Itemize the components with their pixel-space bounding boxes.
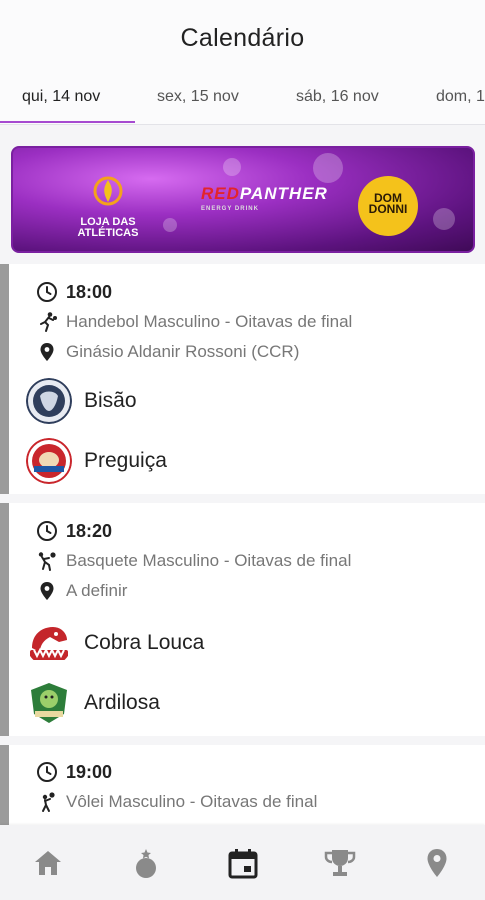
team-name: Bisão	[84, 389, 137, 412]
trophy-icon[interactable]	[323, 846, 357, 880]
team-row[interactable]: Cobra Louca	[26, 619, 204, 667]
team-name: Ardilosa	[84, 691, 160, 714]
match-venue-row: Ginásio Aldanir Rossoni (CCR)	[36, 340, 299, 364]
medal-icon[interactable]	[129, 846, 163, 880]
flame-logo-icon	[93, 176, 123, 206]
location-pin-icon	[40, 582, 54, 600]
calendar-icon[interactable]	[226, 846, 260, 880]
match-sport: Handebol Masculino - Oitavas de final	[66, 312, 353, 331]
home-icon[interactable]	[31, 846, 65, 880]
sponsor1-line2: ATLÉTICAS	[77, 227, 139, 239]
date-tabs: qui, 14 nov sex, 15 nov sáb, 16 nov dom,…	[0, 78, 485, 124]
team-name: Cobra Louca	[84, 631, 205, 654]
handball-icon	[40, 312, 57, 332]
team-logo-ardilosa	[31, 683, 67, 723]
tab-date-1[interactable]: sex, 15 nov	[157, 88, 239, 106]
sponsor-dom-donni: DOM DONNI	[358, 176, 418, 236]
banner-sparkle	[223, 158, 241, 176]
sponsor2-name: PANTHER	[239, 184, 328, 203]
banner-sparkle	[433, 208, 455, 230]
volleyball-icon	[42, 792, 55, 812]
match-venue-row: A definir	[36, 579, 127, 603]
clock-icon	[37, 282, 57, 302]
app-header: Calendário	[0, 0, 485, 78]
team-name: Preguiça	[84, 449, 167, 472]
sponsor3-line2: DONNI	[368, 202, 408, 216]
match-venue: A definir	[66, 581, 128, 600]
location-pin-icon	[40, 343, 54, 361]
match-time-row: 18:00	[36, 280, 112, 304]
match-card[interactable]: 18:00 Handebol Masculino - Oitavas de fi…	[0, 264, 485, 494]
team-row[interactable]: Preguiça	[26, 437, 167, 485]
match-sport: Basquete Masculino - Oitavas de final	[66, 551, 352, 570]
match-venue: Ginásio Aldanir Rossoni (CCR)	[66, 342, 300, 361]
location-icon[interactable]	[420, 846, 454, 880]
team-logo-preguica	[26, 438, 72, 484]
clock-icon	[37, 521, 57, 541]
team-logo-bisao	[26, 378, 72, 424]
sponsor-loja-das-atleticas: LOJA DAS ATLÉTICAS	[68, 176, 148, 239]
match-card[interactable]: 18:20 Basquete Masculino - Oitavas de fi…	[0, 503, 485, 736]
clock-icon	[37, 762, 57, 782]
tab-date-0[interactable]: qui, 14 nov	[22, 88, 100, 106]
match-sport-row: Vôlei Masculino - Oitavas de final	[36, 790, 317, 814]
active-tab-indicator	[0, 121, 135, 123]
sponsor2-prefix: RED	[201, 184, 240, 203]
basketball-icon	[38, 552, 56, 571]
tab-date-3[interactable]: dom, 1	[436, 88, 485, 106]
team-row[interactable]: Ardilosa	[26, 679, 160, 727]
bottom-navigation	[0, 825, 485, 900]
tabs-divider	[0, 124, 485, 125]
match-sport: Vôlei Masculino - Oitavas de final	[66, 792, 318, 811]
sponsor-banner[interactable]: LOJA DAS ATLÉTICAS REDPANTHER ENERGY DRI…	[11, 146, 475, 253]
page-title: Calendário	[180, 24, 305, 52]
match-time: 18:00	[66, 281, 113, 302]
banner-sparkle	[163, 218, 177, 232]
match-time: 19:00	[66, 761, 113, 782]
match-sport-row: Handebol Masculino - Oitavas de final	[36, 310, 352, 334]
sponsor2-sub: ENERGY DRINK	[201, 206, 259, 212]
match-time-row: 19:00	[36, 760, 112, 784]
banner-sparkle	[313, 153, 343, 183]
sponsor-red-panther: REDPANTHER ENERGY DRINK	[201, 184, 327, 212]
team-row[interactable]: Bisão	[26, 377, 137, 425]
team-logo-cobra-louca	[30, 627, 68, 660]
tab-date-2[interactable]: sáb, 16 nov	[296, 88, 379, 106]
match-time: 18:20	[66, 520, 113, 541]
match-time-row: 18:20	[36, 519, 112, 543]
app-root: Calendário qui, 14 nov sex, 15 nov sáb, …	[0, 0, 485, 900]
match-sport-row: Basquete Masculino - Oitavas de final	[36, 549, 351, 573]
